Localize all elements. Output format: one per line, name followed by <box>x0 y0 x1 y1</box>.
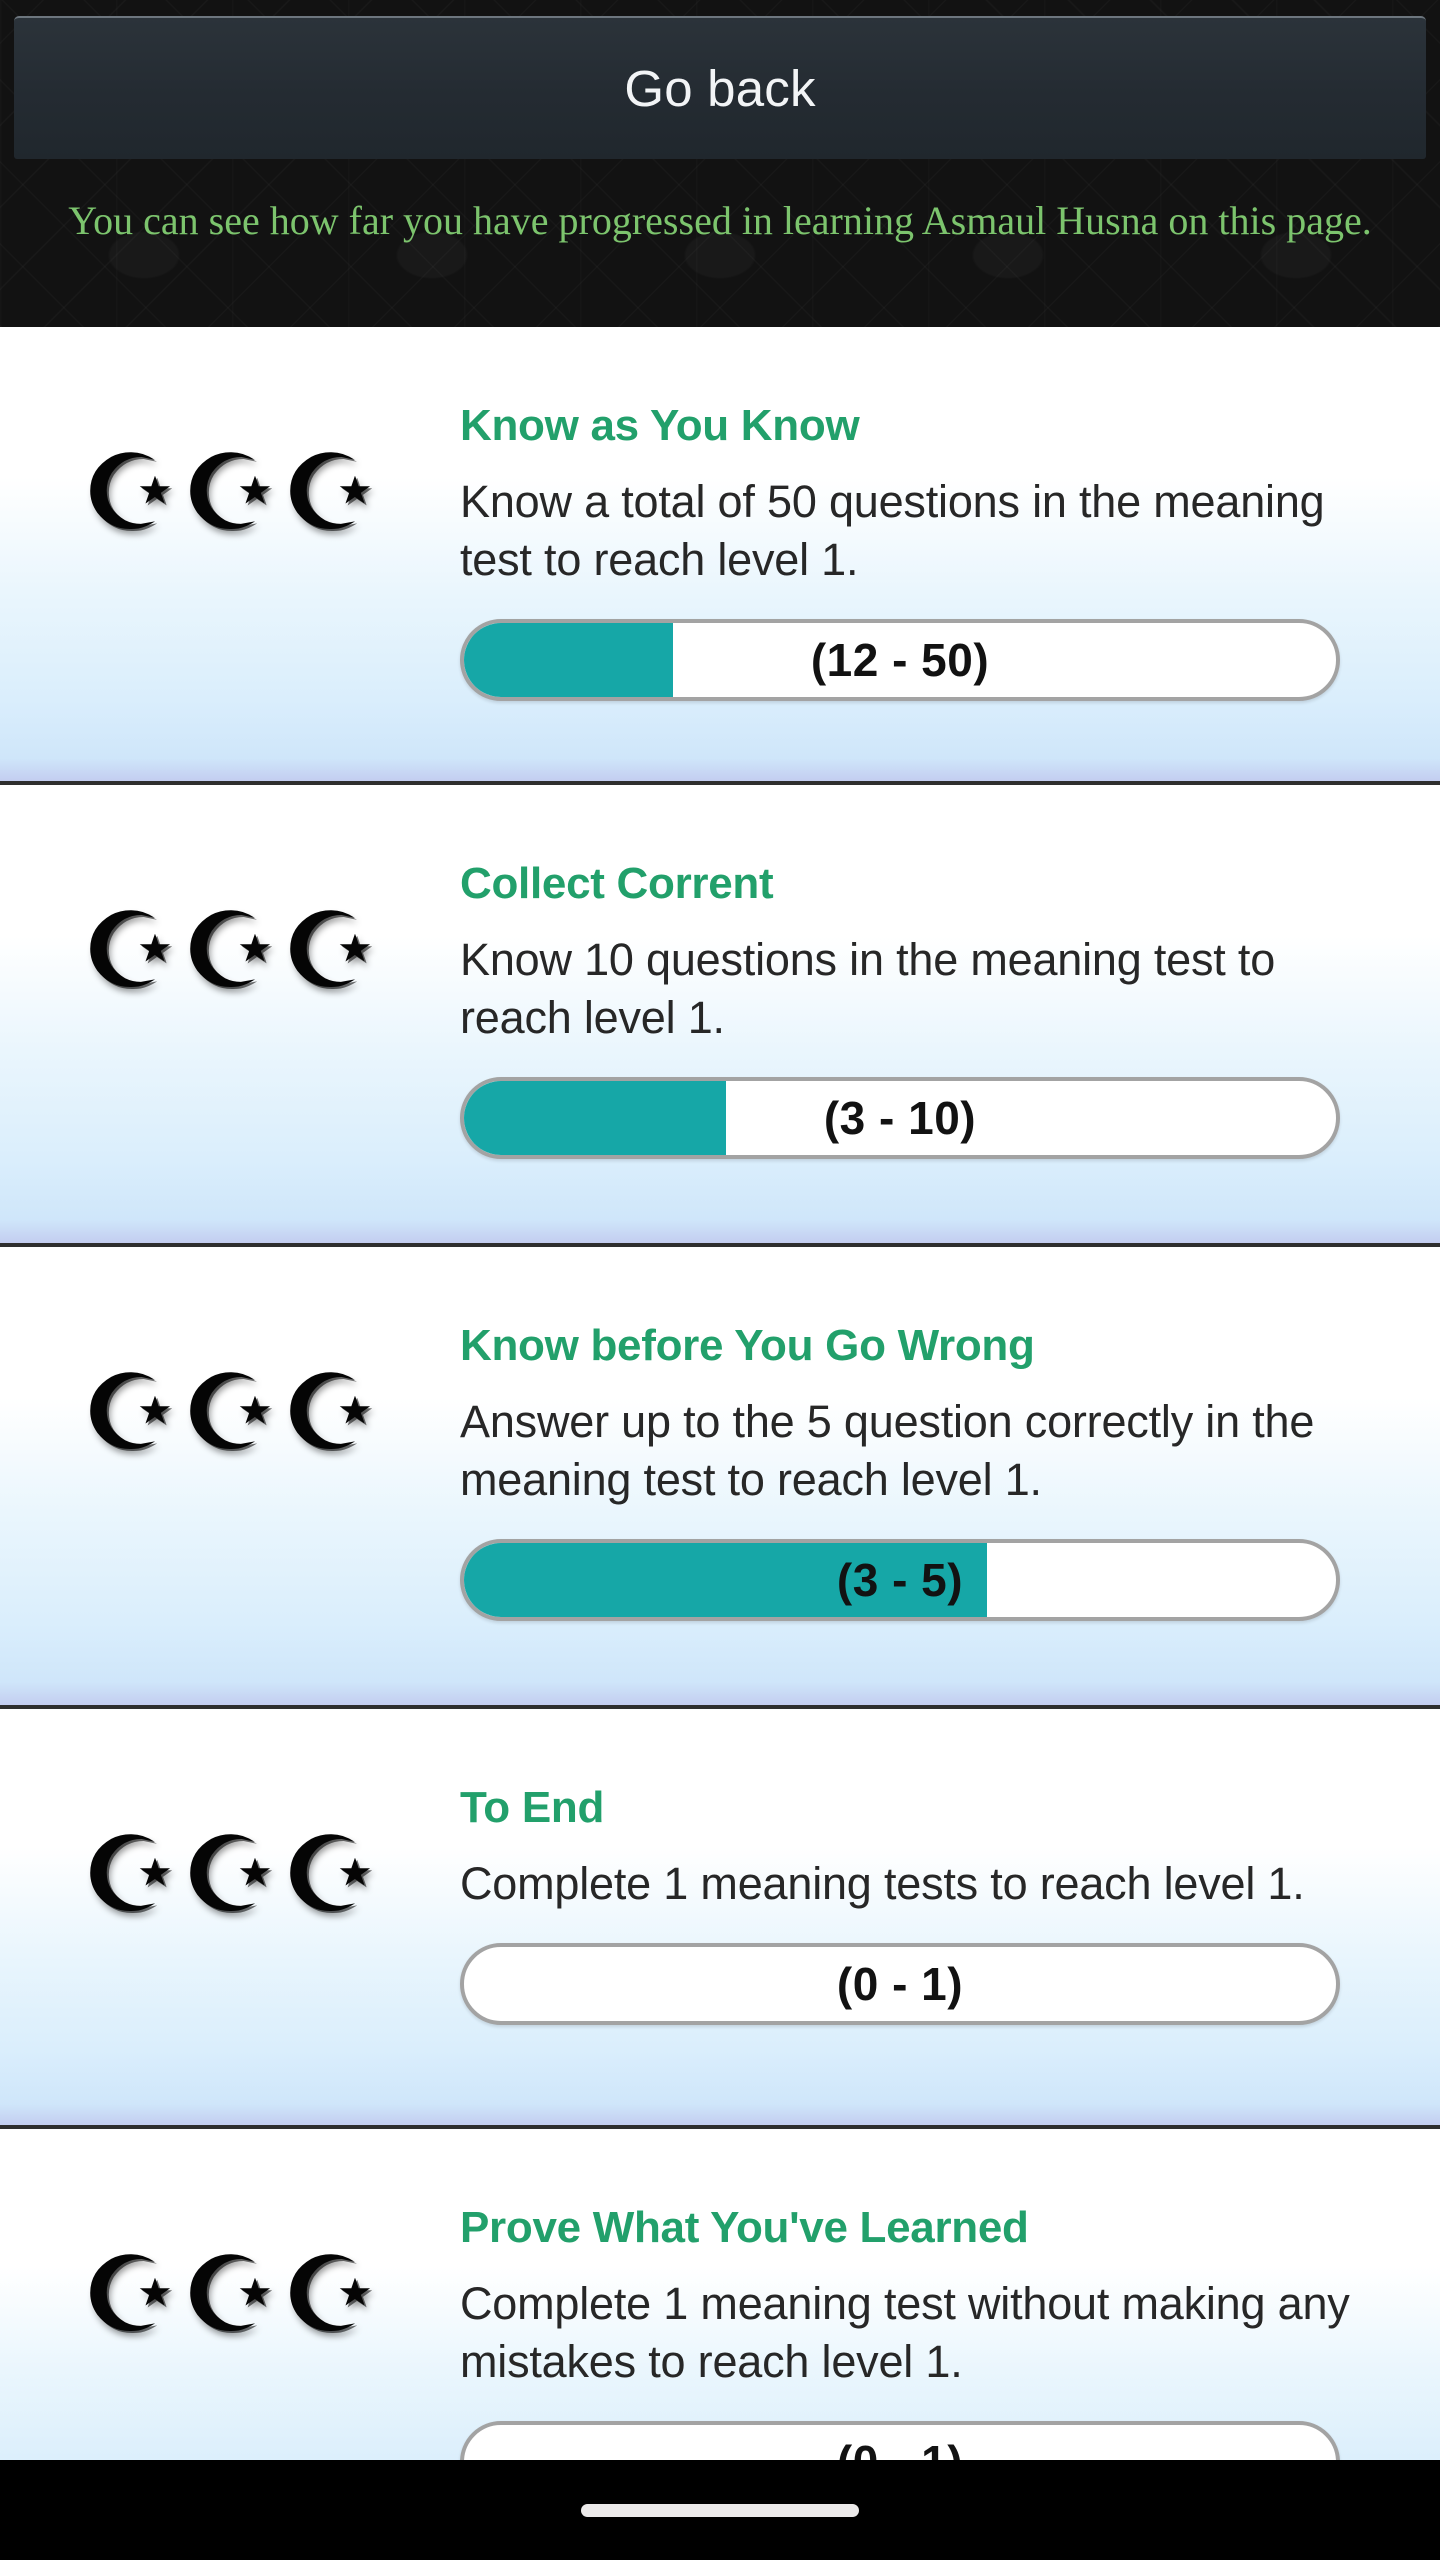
progress-label: (3 - 5) <box>836 1554 964 1606</box>
star-and-crescent-icon: ☪ <box>180 435 280 552</box>
achievement-card-inner: ☪ ☪ ☪ To End Complete 1 meaning tests to rea… <box>0 1709 1440 2125</box>
star-and-crescent-icon: ☪ <box>80 435 180 552</box>
achievement-progress-bar[interactable]: (12 - 50) <box>460 619 1340 701</box>
star-and-crescent-icon: ☪ <box>180 2237 280 2354</box>
achievement-card[interactable]: ☪ ☪ ☪ Collect Corrent Know 10 questions in t… <box>0 785 1440 1247</box>
star-and-crescent-icon: ☪ <box>80 1355 180 1472</box>
go-back-label: Go back <box>624 60 816 117</box>
header-region: Go back You can see how far you have pro… <box>0 0 1440 327</box>
go-back-button[interactable]: Go back <box>14 16 1426 159</box>
achievement-card[interactable]: ☪ ☪ ☪ Know as You Know Know a total of 50 qu… <box>0 327 1440 785</box>
star-and-crescent-icon: ☪ <box>280 1817 380 1934</box>
achievement-card-body: Know before You Go Wrong Answer up to the… <box>460 1265 1440 1621</box>
medal-icon-group: ☪ ☪ ☪ <box>0 1727 460 1928</box>
star-and-crescent-icon: ☪ <box>180 1355 280 1472</box>
achievement-card-body: Prove What You've Learned Complete 1 mean… <box>460 2147 1440 2460</box>
achievement-progress-bar[interactable]: (3 - 10) <box>460 1077 1340 1159</box>
achievement-card-inner: ☪ ☪ ☪ Know before You Go Wrong Answer up to … <box>0 1247 1440 1705</box>
achievement-title: To End <box>460 1783 605 1832</box>
intro-description: You can see how far you have progressed … <box>68 198 1372 243</box>
medal-icon-group: ☪ ☪ ☪ <box>0 345 460 546</box>
star-and-crescent-icon: ☪ <box>80 893 180 1010</box>
app-screen: Go back You can see how far you have pro… <box>0 0 1440 2560</box>
progress-label: (0 - 1) <box>836 1958 964 2010</box>
medal-icon-group: ☪ ☪ ☪ <box>0 2147 460 2348</box>
achievement-card-inner: ☪ ☪ ☪ Collect Corrent Know 10 questions in t… <box>0 785 1440 1243</box>
star-and-crescent-icon: ☪ <box>280 893 380 1010</box>
achievement-card[interactable]: ☪ ☪ ☪ Know before You Go Wrong Answer up to … <box>0 1247 1440 1709</box>
achievement-card-body: Collect Corrent Know 10 questions in the … <box>460 803 1440 1159</box>
medal-icon-group: ☪ ☪ ☪ <box>0 803 460 1004</box>
achievement-card-body: Know as You Know Know a total of 50 quest… <box>460 345 1440 701</box>
android-navigation-bar <box>0 2460 1440 2560</box>
achievement-card-inner: ☪ ☪ ☪ Know as You Know Know a total of 50 qu… <box>0 327 1440 781</box>
achievement-card-body: To End Complete 1 meaning tests to reach … <box>460 1727 1440 2025</box>
progress-label: (0 - 1) <box>464 2425 1336 2460</box>
achievement-card-inner: ☪ ☪ ☪ Prove What You've Learned Complete 1 m… <box>0 2129 1440 2460</box>
achievement-progress-bar[interactable]: (0 - 1) <box>460 2421 1340 2460</box>
star-and-crescent-icon: ☪ <box>180 893 280 1010</box>
progress-label: (3 - 10) <box>823 1092 977 1144</box>
achievement-list[interactable]: ☪ ☪ ☪ Know as You Know Know a total of 50 qu… <box>0 327 1440 2460</box>
achievement-progress-bar[interactable]: (0 - 1) <box>460 1943 1340 2025</box>
progress-label: (12 - 50) <box>810 634 990 686</box>
achievement-description: Complete 1 meaning test without making a… <box>460 2278 1350 2387</box>
achievement-card[interactable]: ☪ ☪ ☪ Prove What You've Learned Complete 1 m… <box>0 2129 1440 2460</box>
star-and-crescent-icon: ☪ <box>80 2237 180 2354</box>
achievement-description: Complete 1 meaning tests to reach level … <box>460 1858 1305 1909</box>
star-and-crescent-icon: ☪ <box>280 1355 380 1472</box>
star-and-crescent-icon: ☪ <box>80 1817 180 1934</box>
star-and-crescent-icon: ☪ <box>280 435 380 552</box>
achievement-title: Know as You Know <box>460 401 860 450</box>
achievement-title: Prove What You've Learned <box>460 2203 1029 2252</box>
achievement-description: Answer up to the 5 question correctly in… <box>460 1396 1315 1505</box>
achievement-card[interactable]: ☪ ☪ ☪ To End Complete 1 meaning tests to rea… <box>0 1709 1440 2129</box>
star-and-crescent-icon: ☪ <box>180 1817 280 1934</box>
achievement-description: Know a total of 50 questions in the mean… <box>460 476 1325 585</box>
achievement-description: Know 10 questions in the meaning test to… <box>460 934 1276 1043</box>
achievement-title: Collect Corrent <box>460 859 774 908</box>
gesture-handle[interactable] <box>581 2504 859 2517</box>
medal-icon-group: ☪ ☪ ☪ <box>0 1265 460 1466</box>
achievement-progress-bar[interactable]: (3 - 5) <box>460 1539 1340 1621</box>
star-and-crescent-icon: ☪ <box>280 2237 380 2354</box>
achievement-title: Know before You Go Wrong <box>460 1321 1035 1370</box>
